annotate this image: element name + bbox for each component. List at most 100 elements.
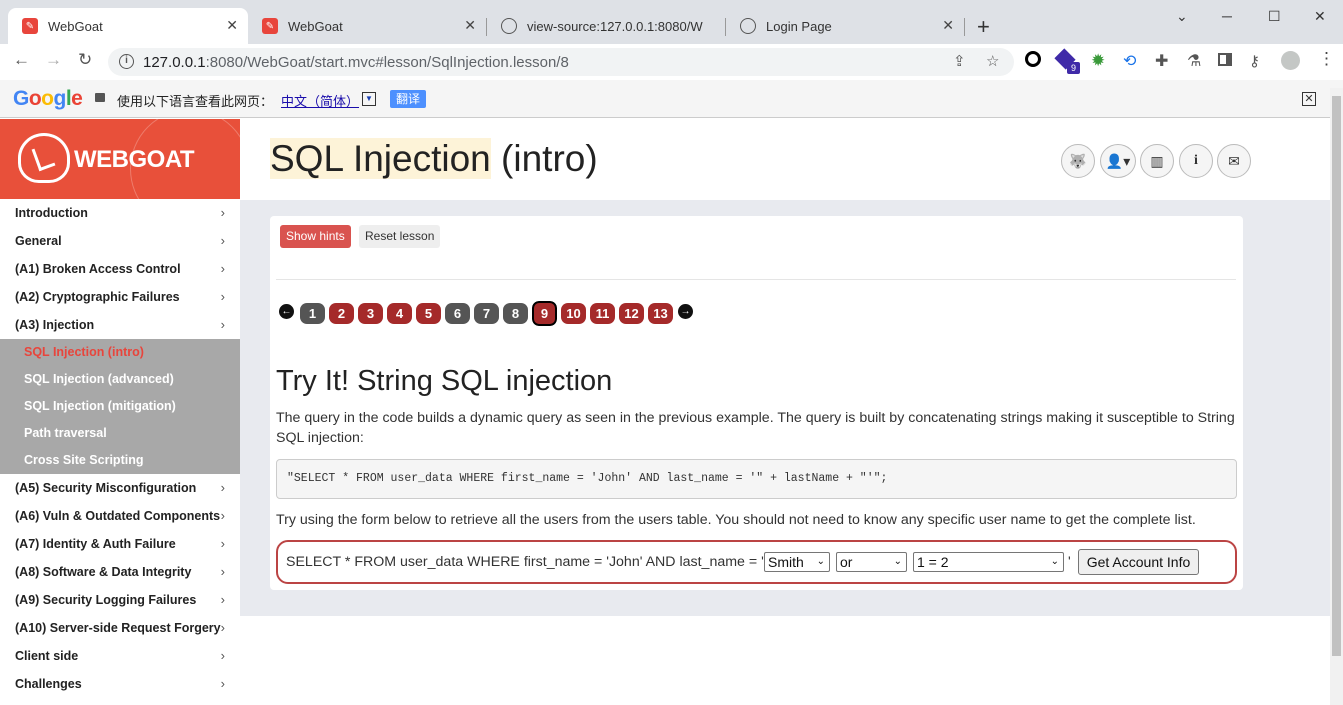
scrollbar-thumb[interactable]	[1332, 96, 1341, 656]
tab-view-source[interactable]: view-source:127.0.0.1:8080/W	[487, 8, 725, 44]
tab-title: Login Page	[766, 18, 832, 34]
sidebar-item-label: Client side	[15, 649, 79, 663]
translate-close-icon[interactable]: ✕	[1302, 92, 1316, 106]
tab-strip: ✎ WebGoat ✕ ✎ WebGoat ✕ view-source:127.…	[0, 0, 1343, 44]
tab-close-icon[interactable]: ✕	[464, 17, 476, 34]
extension-badge: 9	[1067, 62, 1080, 74]
page-button[interactable]: 3	[358, 303, 383, 324]
language-dropdown-icon[interactable]: ▼	[362, 92, 376, 106]
labs-flask-icon[interactable]: ⚗	[1187, 51, 1201, 71]
translate-button[interactable]: 翻译	[390, 90, 427, 108]
sidebar-item[interactable]: (A1) Broken Access Control ›	[0, 255, 240, 283]
sidebar-subitem[interactable]: SQL Injection (advanced)	[0, 366, 240, 393]
sidebar-item[interactable]: (A6) Vuln & Outdated Components ›	[0, 502, 240, 530]
lesson-panel: Show hints Reset lesson ← 1 2 3 4 5 6 7 8 9 10 11 12…	[270, 216, 1243, 590]
menu-bottom: (A5) Security Misconfiguration › (A6) Vuln…	[0, 474, 240, 698]
reset-lesson-button[interactable]: Reset lesson	[359, 225, 441, 248]
page-button[interactable]: 12	[619, 303, 644, 324]
wolf-icon[interactable]: 🐺	[1061, 144, 1095, 178]
url-path: :8080/WebGoat/start.mvc#lesson/SqlInject…	[205, 54, 569, 71]
sidebar-item-label: (A10) Server-side Request Forgery	[15, 621, 221, 635]
lastname-select[interactable]: Smith ⌄	[764, 552, 830, 572]
extensions-puzzle-icon[interactable]: ✚	[1155, 51, 1168, 71]
page-button[interactable]: 8	[503, 303, 528, 324]
extension-circle-icon[interactable]	[1025, 51, 1041, 67]
sidebar-subitem[interactable]: SQL Injection (mitigation)	[0, 393, 240, 420]
page-button[interactable]: 5	[416, 303, 441, 324]
show-hints-button[interactable]: Show hints	[280, 225, 351, 248]
tab-login-page[interactable]: Login Page ✕	[726, 8, 964, 44]
condition-select[interactable]: 1 = 2 ⌄	[913, 552, 1064, 572]
chevron-right-icon: ›	[220, 592, 225, 607]
page-button[interactable]: 13	[648, 303, 673, 324]
bookmark-star-icon[interactable]: ☆	[986, 52, 999, 70]
prev-page-icon[interactable]: ←	[279, 304, 294, 319]
sidebar-item[interactable]: Challenges ›	[0, 670, 240, 698]
webgoat-brand[interactable]: WEBGOAT	[0, 119, 240, 199]
url-text[interactable]: 127.0.0.1:8080/WebGoat/start.mvc#lesson/…	[143, 54, 569, 71]
address-bar[interactable]: i 127.0.0.1:8080/WebGoat/start.mvc#lesso…	[108, 48, 1014, 76]
mail-icon[interactable]: ✉	[1217, 144, 1251, 178]
page-button[interactable]: 2	[329, 303, 354, 324]
stats-icon[interactable]: ▥	[1140, 144, 1174, 178]
sidebar-item[interactable]: (A10) Server-side Request Forgery ›	[0, 614, 240, 642]
minimize-button[interactable]: ─	[1222, 8, 1232, 24]
tab-close-icon[interactable]: ✕	[942, 17, 954, 34]
page-scrollbar[interactable]	[1330, 88, 1343, 705]
maximize-button[interactable]: ☐	[1268, 8, 1281, 25]
page-button[interactable]: 7	[474, 303, 499, 324]
extension-sync-icon[interactable]: ⟲	[1123, 51, 1136, 71]
tab-close-icon[interactable]: ✕	[226, 17, 238, 34]
translate-language-link[interactable]: 中文（简体）	[281, 91, 359, 110]
page-button-current[interactable]: 9	[531, 300, 558, 327]
reload-icon[interactable]: ↻	[78, 50, 92, 70]
back-icon[interactable]: ←	[13, 50, 30, 70]
sidebar-item[interactable]: (A2) Cryptographic Failures ›	[0, 283, 240, 311]
user-menu-icon[interactable]: 👤▾	[1100, 144, 1136, 178]
tab-webgoat-active[interactable]: ✎ WebGoat ✕	[8, 8, 248, 44]
next-page-icon[interactable]: →	[678, 304, 693, 319]
sql-injection-form: SELECT * FROM user_data WHERE first_name…	[276, 540, 1237, 584]
sidebar-subitem[interactable]: Cross Site Scripting	[0, 447, 240, 474]
tab-search-icon[interactable]: ⌄	[1176, 8, 1188, 25]
sidebar-subitem[interactable]: Path traversal	[0, 420, 240, 447]
share-icon[interactable]: ⇪	[953, 52, 966, 70]
operator-select[interactable]: or ⌄	[836, 552, 907, 572]
sidebar-item[interactable]: Introduction ›	[0, 199, 240, 227]
page-button[interactable]: 6	[445, 303, 470, 324]
extension-gear-icon[interactable]: ✹	[1091, 51, 1105, 71]
sidebar-item[interactable]: (A8) Software & Data Integrity ›	[0, 558, 240, 586]
site-info-icon[interactable]: i	[119, 54, 134, 69]
page-button[interactable]: 4	[387, 303, 412, 324]
browser-menu-icon[interactable]: ⋮	[1318, 49, 1335, 69]
sidebar-item-label: Challenges	[15, 677, 82, 691]
info-icon[interactable]: i	[1179, 144, 1213, 178]
tab-webgoat[interactable]: ✎ WebGoat ✕	[248, 8, 486, 44]
sidebar-item[interactable]: (A9) Security Logging Failures ›	[0, 586, 240, 614]
page-button[interactable]: 11	[590, 303, 615, 324]
new-tab-button[interactable]: +	[977, 14, 990, 40]
window-close-button[interactable]: ✕	[1314, 8, 1326, 25]
page-button[interactable]: 10	[561, 303, 586, 324]
sidebar-item[interactable]: General ›	[0, 227, 240, 255]
page-button[interactable]: 1	[300, 303, 325, 324]
google-logo: Google	[13, 87, 83, 110]
chevron-right-icon: ›	[220, 620, 225, 635]
chevron-right-icon: ›	[220, 233, 225, 248]
sidebar-subitem[interactable]: SQL Injection (intro)	[0, 339, 240, 366]
sidebar-item[interactable]: (A5) Security Misconfiguration ›	[0, 474, 240, 502]
sidebar-item[interactable]: Client side ›	[0, 642, 240, 670]
profile-avatar-icon[interactable]	[1281, 51, 1300, 70]
side-panel-icon[interactable]	[1218, 53, 1232, 66]
lesson-header: SQL Injection (intro) 🐺 👤▾ ▥ i ✉	[240, 119, 1330, 200]
password-key-icon[interactable]: ⚷	[1249, 52, 1260, 70]
forward-icon[interactable]: →	[45, 50, 62, 70]
tab-title: WebGoat	[48, 18, 103, 34]
menu-top: Introduction › General › (A1) Broken Access …	[0, 199, 240, 339]
operator-select-value: or	[840, 554, 853, 570]
get-account-info-button[interactable]: Get Account Info	[1078, 549, 1199, 575]
google-translate-bar: Google 使用以下语言查看此网页： 中文（简体） ▼ 翻译 ✕	[0, 80, 1343, 118]
webgoat-favicon-icon: ✎	[22, 18, 38, 34]
sidebar-item[interactable]: (A3) Injection ›	[0, 311, 240, 339]
sidebar-item[interactable]: (A7) Identity & Auth Failure ›	[0, 530, 240, 558]
